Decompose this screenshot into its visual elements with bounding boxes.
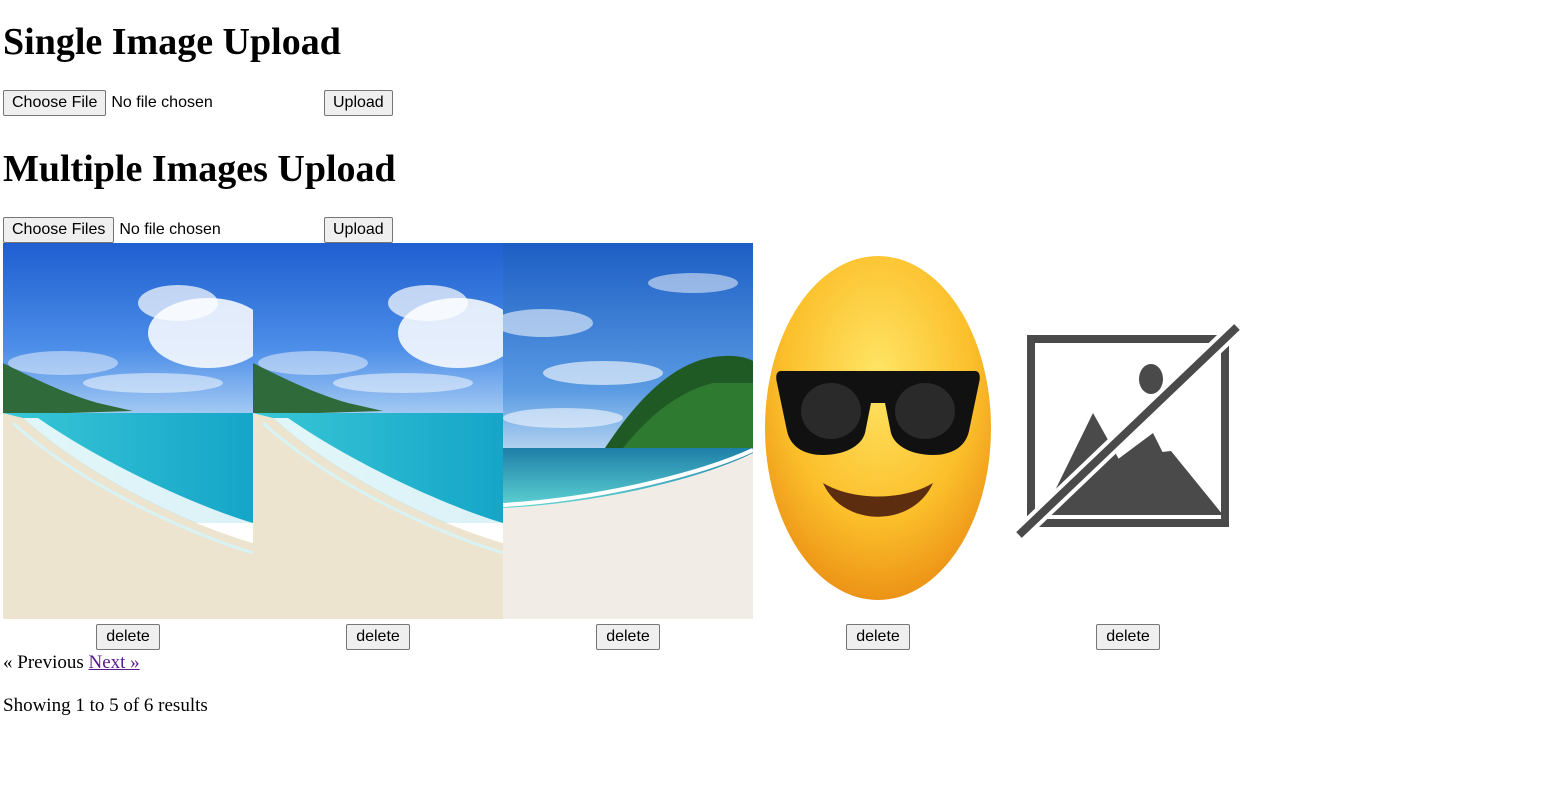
previous-page-text: « Previous xyxy=(3,652,84,673)
beach-photo xyxy=(3,243,253,619)
sunglasses-emoji xyxy=(753,243,1003,619)
gallery-item: delete xyxy=(1003,243,1253,653)
delete-button[interactable]: delete xyxy=(846,624,910,650)
single-upload-form: Choose File No file chosen Upload xyxy=(3,90,393,116)
page: Single Image Upload Choose File No file … xyxy=(0,0,1561,793)
pagination: « Previous Next » xyxy=(3,651,140,675)
next-page-link[interactable]: Next » xyxy=(89,652,140,673)
multiple-upload-form: Choose Files No file chosen Upload xyxy=(3,217,393,243)
broken-image-icon xyxy=(1003,243,1253,619)
choose-files-button[interactable]: Choose Files xyxy=(3,217,115,243)
beach-island-photo xyxy=(503,243,753,619)
results-summary: Showing 1 to 5 of 6 results xyxy=(3,695,208,716)
gallery-item: delete xyxy=(3,243,253,653)
single-upload-button[interactable]: Upload xyxy=(324,90,393,116)
files-status-text: No file chosen xyxy=(119,221,221,238)
delete-button[interactable]: delete xyxy=(596,624,660,650)
gallery-item: delete xyxy=(753,243,1003,653)
delete-button[interactable]: delete xyxy=(1096,624,1160,650)
image-gallery: delete delete delete delete delete xyxy=(3,243,1253,653)
multiple-upload-button[interactable]: Upload xyxy=(324,217,393,243)
gallery-item: delete xyxy=(503,243,753,653)
file-status-text: No file chosen xyxy=(111,94,213,111)
delete-button[interactable]: delete xyxy=(346,624,410,650)
delete-button[interactable]: delete xyxy=(96,624,160,650)
multiple-upload-heading: Multiple Images Upload xyxy=(3,148,396,190)
choose-file-button[interactable]: Choose File xyxy=(3,90,107,116)
beach-photo xyxy=(253,243,503,619)
gallery-item: delete xyxy=(253,243,503,653)
single-upload-heading: Single Image Upload xyxy=(3,21,341,63)
